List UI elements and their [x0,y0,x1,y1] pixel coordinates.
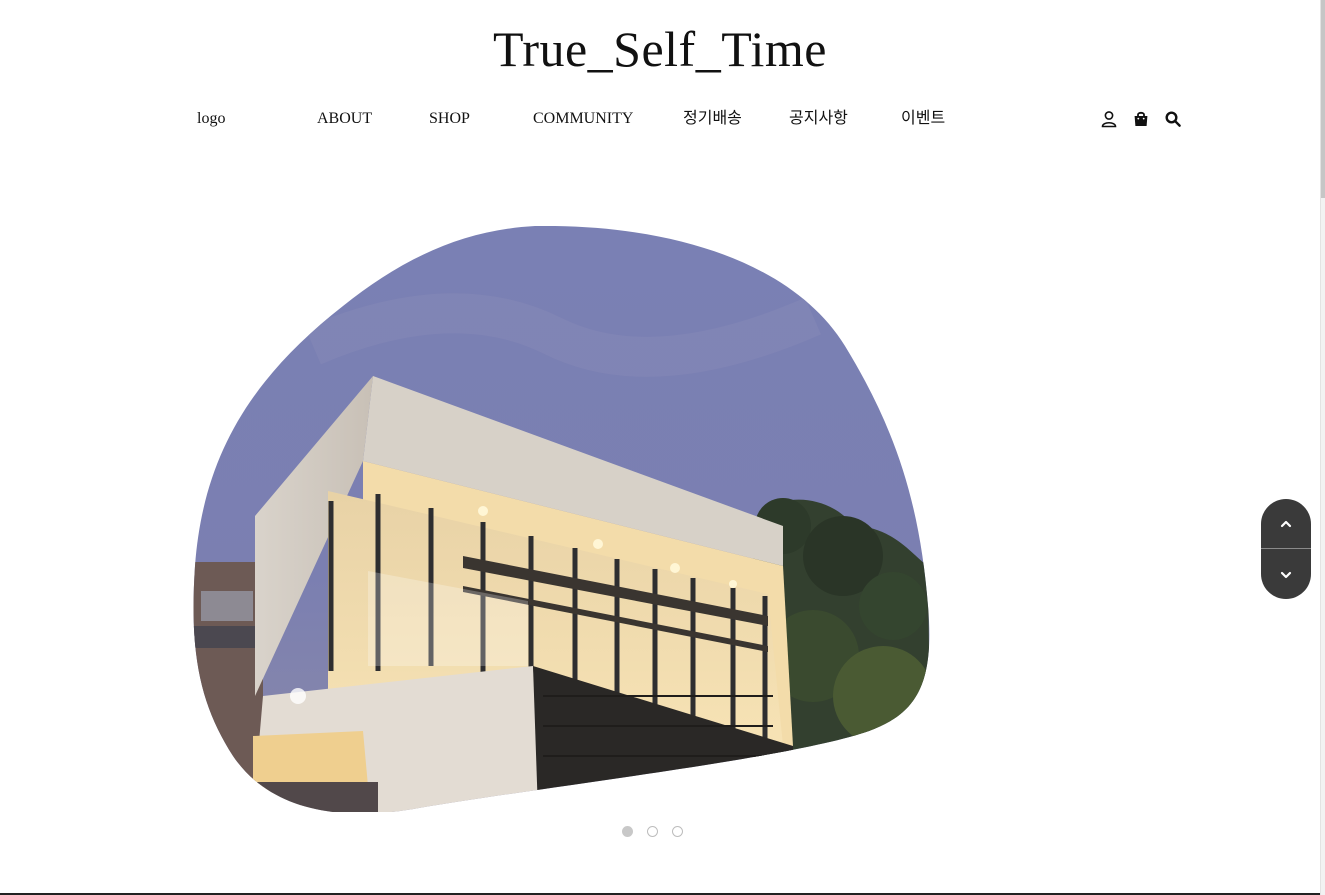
slide-dot-1[interactable] [622,826,633,837]
user-icon[interactable] [1100,110,1118,128]
hero-image [193,226,931,812]
nav-item-shop[interactable]: SHOP [429,106,470,132]
slide-dot-3[interactable] [672,826,683,837]
page-scrollbar[interactable] [1320,0,1325,895]
site-title[interactable]: True_Self_Time [0,18,1320,80]
main-nav: logo ABOUT SHOP COMMUNITY 정기배송 공지사항 이벤트 [0,106,1320,132]
scrollbar-thumb[interactable] [1321,0,1325,198]
search-icon[interactable] [1164,110,1182,128]
nav-item-subscription[interactable]: 정기배송 [683,106,742,132]
scroll-top-button[interactable] [1261,499,1311,549]
scroll-control [1261,499,1311,599]
chevron-up-icon [1280,514,1292,533]
scroll-bottom-button[interactable] [1261,549,1311,599]
nav-item-community[interactable]: COMMUNITY [533,106,633,132]
nav-item-about[interactable]: ABOUT [317,106,372,132]
nav-item-event[interactable]: 이벤트 [901,106,945,132]
nav-item-notice[interactable]: 공지사항 [789,106,848,132]
chevron-down-icon [1280,565,1292,584]
slide-dot-2[interactable] [647,826,658,837]
shopping-bag-icon[interactable] [1132,110,1150,128]
logo-link[interactable]: logo [197,106,225,132]
